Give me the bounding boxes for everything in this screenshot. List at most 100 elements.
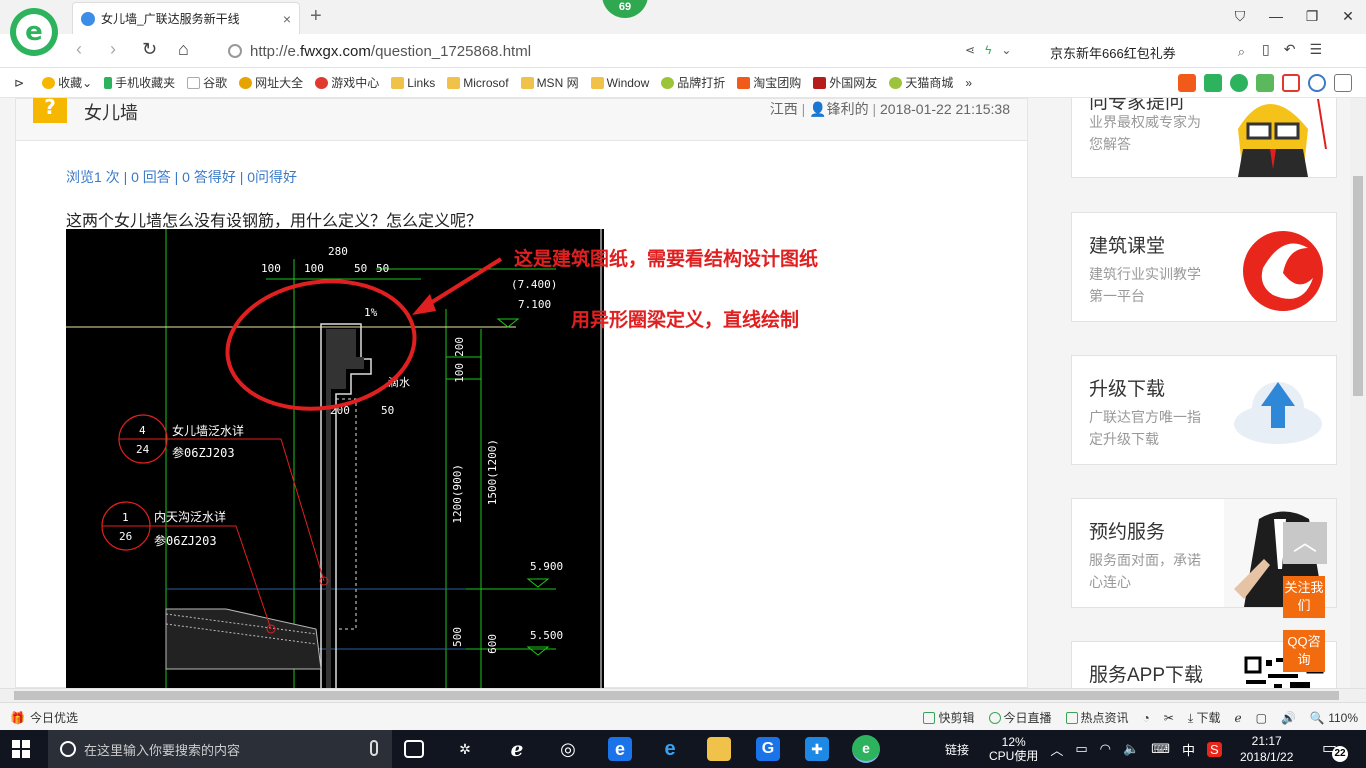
sogou-icon[interactable]: S bbox=[1206, 741, 1222, 757]
bookmark-more-icon[interactable]: » bbox=[965, 76, 972, 90]
volume-icon[interactable]: 🔊 bbox=[1281, 711, 1296, 725]
clock[interactable]: 21:17 2018/1/22 bbox=[1240, 733, 1293, 765]
bookmark-google[interactable]: 谷歌 bbox=[187, 74, 227, 91]
card-ask-expert[interactable]: 向专家提问 业界最权威专家为您解答 bbox=[1071, 98, 1337, 178]
qq-consult-button[interactable]: QQ咨询 bbox=[1283, 630, 1325, 672]
question-region[interactable]: 江西 bbox=[770, 101, 798, 117]
bookmark-msn-folder[interactable]: MSN 网 bbox=[520, 74, 579, 91]
add-ext-icon[interactable] bbox=[1256, 74, 1274, 92]
keyboard-icon[interactable]: ⌨ bbox=[1151, 741, 1170, 757]
minimize-button[interactable]: — bbox=[1258, 0, 1294, 32]
bookmark-links-folder[interactable]: Links bbox=[391, 76, 435, 90]
home-icon[interactable]: ⌂ bbox=[178, 39, 189, 60]
back-icon[interactable]: ‹ bbox=[76, 39, 82, 60]
wifi-icon[interactable]: ◠ bbox=[1100, 741, 1111, 757]
lightning-icon[interactable]: ϟ bbox=[985, 43, 991, 57]
bookmark-mobile[interactable]: 手机收藏夹 bbox=[104, 74, 175, 91]
volume-tray-icon[interactable]: 🔈 bbox=[1123, 741, 1139, 757]
active-browser-taskbar-icon[interactable]: e bbox=[852, 735, 880, 763]
discount-ext-icon[interactable] bbox=[1178, 74, 1196, 92]
refresh-icon[interactable]: ↻ bbox=[142, 39, 157, 60]
battery-icon[interactable]: ▭ bbox=[1075, 741, 1087, 757]
status-quick-edit[interactable]: 快剪辑 bbox=[923, 709, 975, 726]
vertical-scrollbar[interactable] bbox=[1350, 98, 1366, 688]
status-live[interactable]: 今日直播 bbox=[988, 709, 1052, 726]
swirl-app-icon[interactable]: ◎ bbox=[556, 737, 580, 761]
daily-picks[interactable]: 🎁 今日优选 bbox=[10, 709, 78, 726]
menu-icon[interactable]: ☰ bbox=[1309, 41, 1322, 58]
undo-icon[interactable]: ↶ bbox=[1284, 41, 1296, 58]
restore-button[interactable]: ❐ bbox=[1294, 0, 1330, 32]
close-window-button[interactable]: ✕ bbox=[1330, 0, 1366, 32]
cortana-icon bbox=[60, 741, 76, 757]
card-upgrade-download[interactable]: 升级下载 广联达官方唯一指定升级下载 bbox=[1071, 355, 1337, 465]
site-favicon-icon bbox=[81, 11, 95, 26]
magnify-ext-icon[interactable] bbox=[1308, 74, 1326, 92]
score-badge[interactable]: 69 bbox=[602, 0, 648, 18]
bookmark-windows-folder[interactable]: Window bbox=[590, 76, 649, 90]
notification-center-icon[interactable]: ▭ 22 bbox=[1322, 738, 1348, 762]
edge-icon[interactable]: e bbox=[608, 737, 632, 761]
classroom-logo-icon bbox=[1243, 231, 1323, 311]
task-view-icon[interactable] bbox=[404, 740, 424, 758]
sidebar-toggle-icon[interactable]: ⊳ bbox=[14, 76, 24, 90]
new-tab-button[interactable]: + bbox=[310, 5, 322, 28]
glodon-app-icon[interactable]: G bbox=[756, 737, 780, 761]
microphone-icon[interactable] bbox=[370, 740, 378, 756]
forward-icon[interactable]: › bbox=[110, 39, 116, 60]
bookmark-brand-sale[interactable]: 品牌打折 bbox=[661, 74, 725, 91]
scroll-thumb[interactable] bbox=[1353, 176, 1363, 396]
pinwheel-app-icon[interactable]: ✲ bbox=[453, 737, 477, 761]
taskbar-search-input[interactable]: 在这里输入你要搜索的内容 bbox=[48, 730, 392, 768]
tab-close-icon[interactable]: × bbox=[283, 11, 291, 27]
status-news[interactable]: 热点资讯 bbox=[1065, 709, 1129, 726]
browser-logo-icon[interactable]: e bbox=[10, 8, 58, 56]
scissors-ext-icon[interactable] bbox=[1282, 74, 1300, 92]
zoom-control[interactable]: 🔍 110% bbox=[1310, 711, 1358, 725]
bookmark-foreign[interactable]: 外国网友 bbox=[813, 74, 877, 91]
dim-100a: 100 bbox=[261, 262, 281, 275]
bookmark-microsoft-folder[interactable]: Microsof bbox=[447, 76, 509, 90]
menu-ext-icon[interactable] bbox=[1334, 74, 1352, 92]
yen-ext-icon[interactable] bbox=[1230, 74, 1248, 92]
tray-expand-icon[interactable]: ︿ bbox=[1050, 740, 1063, 759]
bookmark-sites[interactable]: 网址大全 bbox=[239, 74, 303, 91]
cpu-meter[interactable]: 12% CPU使用 bbox=[989, 735, 1038, 763]
card-desc: 建筑行业实训教学第一平台 bbox=[1089, 266, 1201, 304]
back-to-top-button[interactable]: ︿ bbox=[1283, 522, 1327, 564]
bookmark-favorites[interactable]: 收藏 ⌄ bbox=[42, 74, 92, 91]
bookmark-games[interactable]: 游戏中心 bbox=[315, 74, 379, 91]
tab-title: 女儿墙_广联达服务新干线 bbox=[101, 12, 240, 26]
share-icon[interactable]: ⋖ bbox=[965, 43, 975, 57]
url-input[interactable]: http://e.fwxgx.com/question_1725868.html bbox=[218, 39, 1038, 63]
dropdown-chevron-icon[interactable]: ⌄ bbox=[1001, 43, 1011, 57]
skin-icon[interactable]: ⛉ bbox=[1222, 0, 1258, 32]
mobile-icon[interactable]: ▯ bbox=[1262, 41, 1270, 58]
dim-200-h: 200 bbox=[330, 404, 350, 417]
follow-us-button[interactable]: 关注我们 bbox=[1283, 576, 1325, 618]
status-download[interactable]: ⤓ 下载 bbox=[1188, 709, 1221, 726]
file-explorer-icon[interactable] bbox=[707, 737, 731, 761]
search-icon[interactable]: ⌕ bbox=[1238, 44, 1245, 60]
tools-icon[interactable]: ✂ bbox=[1164, 711, 1174, 725]
ie-mode-icon[interactable]: ℯ bbox=[1235, 711, 1242, 725]
tab-active[interactable]: 女儿墙_广联达服务新干线 × bbox=[72, 2, 300, 34]
cad-drawing-image[interactable]: 280 100 100 50 50 (7.400) 7.100 1% 200 1… bbox=[66, 229, 604, 688]
speed-icon[interactable]: ◔ bbox=[1143, 711, 1150, 725]
search-input[interactable]: 京东新年666红包礼券 ⌕ bbox=[1050, 41, 1245, 63]
360-browser-icon[interactable]: ℯ bbox=[505, 737, 529, 761]
ie-icon[interactable]: e bbox=[658, 737, 682, 761]
bookmark-taobao[interactable]: 淘宝团购 bbox=[737, 74, 801, 91]
windows-start-icon[interactable] bbox=[12, 740, 30, 758]
window-mode-icon[interactable]: ▢ bbox=[1256, 711, 1267, 725]
horizontal-scrollbar[interactable] bbox=[0, 688, 1366, 702]
url-actions: ⋖ ϟ ⌄ bbox=[965, 43, 1011, 57]
cross-app-icon[interactable]: ✚ bbox=[805, 737, 829, 761]
scroll-thumb[interactable] bbox=[14, 691, 1339, 700]
book-ext-icon[interactable] bbox=[1204, 74, 1222, 92]
question-author[interactable]: 锋利的 bbox=[827, 101, 869, 117]
ime-indicator[interactable]: 中 bbox=[1182, 740, 1195, 759]
link-label[interactable]: 链接 bbox=[945, 741, 969, 758]
card-classroom[interactable]: 建筑课堂 建筑行业实训教学第一平台 bbox=[1071, 212, 1337, 322]
bookmark-tmall[interactable]: 天猫商城 bbox=[889, 74, 953, 91]
